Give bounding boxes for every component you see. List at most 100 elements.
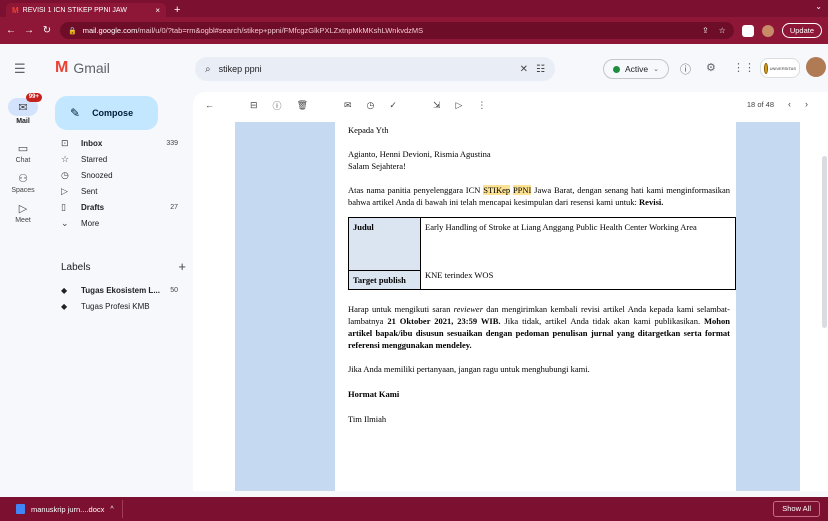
main-menu-icon[interactable]: ☰ [14,61,26,77]
label-item-tugas-ekosistem[interactable]: ◆ Tugas Ekosistem L... 50 [46,282,186,298]
clear-search-icon[interactable]: ✕ [520,64,528,75]
search-options-icon[interactable]: ☷ [536,64,545,75]
label-item-tugas-profesi[interactable]: ◆ Tugas Profesi KMB [46,298,186,314]
add-label-icon[interactable]: + [178,260,186,273]
compose-button[interactable]: ✎ Compose [55,96,158,130]
table-value-cell: Early Handling of Stroke at Liang Anggan… [420,217,736,290]
labels-heading: Labels + [61,260,186,273]
chevron-down-icon: ⌄ [653,66,660,73]
search-input[interactable]: stikep ppni [219,64,512,74]
review-result: Revisi. [639,197,664,207]
pencil-icon: ✎ [70,106,81,120]
more-options-icon[interactable]: ⋮ [477,100,486,111]
update-button[interactable]: Update [781,23,822,38]
new-tab-button[interactable]: + [174,3,180,17]
older-chevron-right-icon[interactable]: › [805,99,808,109]
inbox-icon: ⊡ [61,137,69,148]
email-questions: Jika Anda memiliki pertanyaan, jangan ra… [348,364,590,374]
apps-grid-icon[interactable]: ⋮⋮ [733,61,755,74]
spaces-icon: ⚇ [18,173,28,185]
chevron-down-icon: ⌄ [61,217,69,228]
browser-tabbar: M REVISI 1 ICN STIKEP PPNI JAW × + ⌄ [0,0,828,17]
email-recipients: Agianto, Henni Devioni, Rismia Agustina [348,149,491,159]
tab-search-chevron-icon[interactable]: ⌄ [815,2,822,11]
clock-icon: ◷ [61,169,69,180]
rail-spaces[interactable]: ⚇ Spaces [0,172,46,194]
chevron-up-icon[interactable]: ^ [110,506,113,513]
show-all-button[interactable]: Show All [773,501,820,517]
report-spam-icon[interactable]: ⓘ [273,99,282,112]
nav-item-starred[interactable]: ☆ Starred [46,151,186,167]
newer-chevron-left-icon[interactable]: ‹ [788,99,791,109]
add-task-icon[interactable]: ✓ [389,100,397,111]
lock-icon: 🔒 [68,27,77,35]
star-icon: ☆ [61,153,70,164]
back-to-list-icon[interactable]: ← [205,100,214,110]
mark-unread-icon[interactable]: ✉ [344,100,352,111]
download-item[interactable]: manuskrip jurn....docx ^ [8,500,123,518]
search-highlight: STIKep [483,185,511,195]
email-right-margin [736,122,800,491]
nav-item-label: Sent [81,186,98,196]
body-text: Jika tidak, artikel Anda tidak akan kami… [500,316,705,326]
search-bar[interactable]: ⌕ stikep ppni ✕ ☷ [195,57,555,81]
snooze-clock-icon[interactable]: ◷ [367,100,375,111]
nav-item-label: Drafts [81,202,105,212]
share-icon[interactable]: ⇪ [702,26,709,35]
rail-chat-label: Chat [15,157,31,164]
deadline-text: 21 Oktober 2021, 23:59 WIB. [387,316,501,326]
chat-icon: ▭ [17,143,29,155]
gmail-header: ☰ M Gmail ⌕ stikep ppni ✕ ☷ Active ⌄ ⓘ ⚙… [0,44,828,92]
judul-label: Judul [348,217,421,271]
address-bar[interactable]: 🔒 mail.google.com/mail/u/0/?tab=rm&ogbl#… [60,22,734,39]
scrollbar-thumb[interactable] [822,156,827,328]
target-value: KNE terindex WOS [425,270,494,280]
email-closing: Hormat Kami [348,389,400,399]
nav-item-drafts[interactable]: ▯ Drafts 27 [46,199,186,215]
settings-gear-icon[interactable]: ⚙ [706,61,716,74]
move-to-icon[interactable]: ⇲ [433,100,441,111]
pagination: 18 of 48 ‹ › [747,99,808,109]
unread-badge: 99+ [25,93,42,102]
body-emphasis: reviewer [453,304,484,314]
label-list: ◆ Tugas Ekosistem L... 50 ◆ Tugas Profes… [46,282,186,314]
tab-title: REVISI 1 ICN STIKEP PPNI JAW [22,6,127,14]
app-name: Gmail [73,60,110,76]
nav-item-label: Inbox [81,138,103,148]
label-tag-icon: ◆ [61,285,68,295]
rail-chat[interactable]: ▭ Chat [0,142,46,164]
nav-item-snoozed[interactable]: ◷ Snoozed [46,167,186,183]
mail-toolbar: ← ⊟ ⓘ 🗑 ✉ ◷ ✓ ⇲ ▷ ⋮ [193,92,828,118]
rail-mail[interactable]: ✉ 99+ Mail [0,93,46,125]
nav-item-inbox[interactable]: ⊡ Inbox 339 [46,135,186,151]
search-icon[interactable]: ⌕ [205,64,211,75]
nav-item-count: 339 [166,139,178,147]
rail-spaces-label: Spaces [11,187,35,194]
gmail-favicon-icon: M [12,5,19,15]
compose-label: Compose [92,108,134,118]
organization-badge[interactable]: UNIVERSITAS [760,58,800,78]
archive-icon[interactable]: ⊟ [250,100,258,111]
delete-trash-icon[interactable]: 🗑 [297,100,308,111]
url-host: mail.google.com [82,26,138,35]
gmail-logo[interactable]: M Gmail [55,59,110,77]
back-arrow-icon[interactable]: ← [6,25,16,36]
browser-tab[interactable]: M REVISI 1 ICN STIKEP PPNI JAW × [6,3,166,17]
nav-item-sent[interactable]: ▷ Sent [46,183,186,199]
search-highlight: PPNI [512,185,532,195]
download-file-name: manuskrip jurn....docx [31,504,105,514]
rail-meet[interactable]: ▷ Meet [0,202,46,224]
account-avatar[interactable] [806,57,826,77]
nav-item-more[interactable]: ⌄ More [46,215,186,231]
forward-arrow-icon[interactable]: → [24,25,34,36]
browser-profile-icon[interactable] [761,24,774,37]
tab-close-icon[interactable]: × [155,6,160,15]
send-icon: ▷ [61,185,68,196]
bookmark-star-icon[interactable]: ☆ [719,26,726,35]
label-icon[interactable]: ▷ [456,100,463,111]
status-selector[interactable]: Active ⌄ [603,59,670,79]
reload-icon[interactable]: ↻ [42,25,52,36]
article-info-table: Judul Early Handling of Stroke at Liang … [348,217,736,290]
help-icon[interactable]: ⓘ [680,61,691,77]
extension-icon[interactable] [741,24,754,37]
